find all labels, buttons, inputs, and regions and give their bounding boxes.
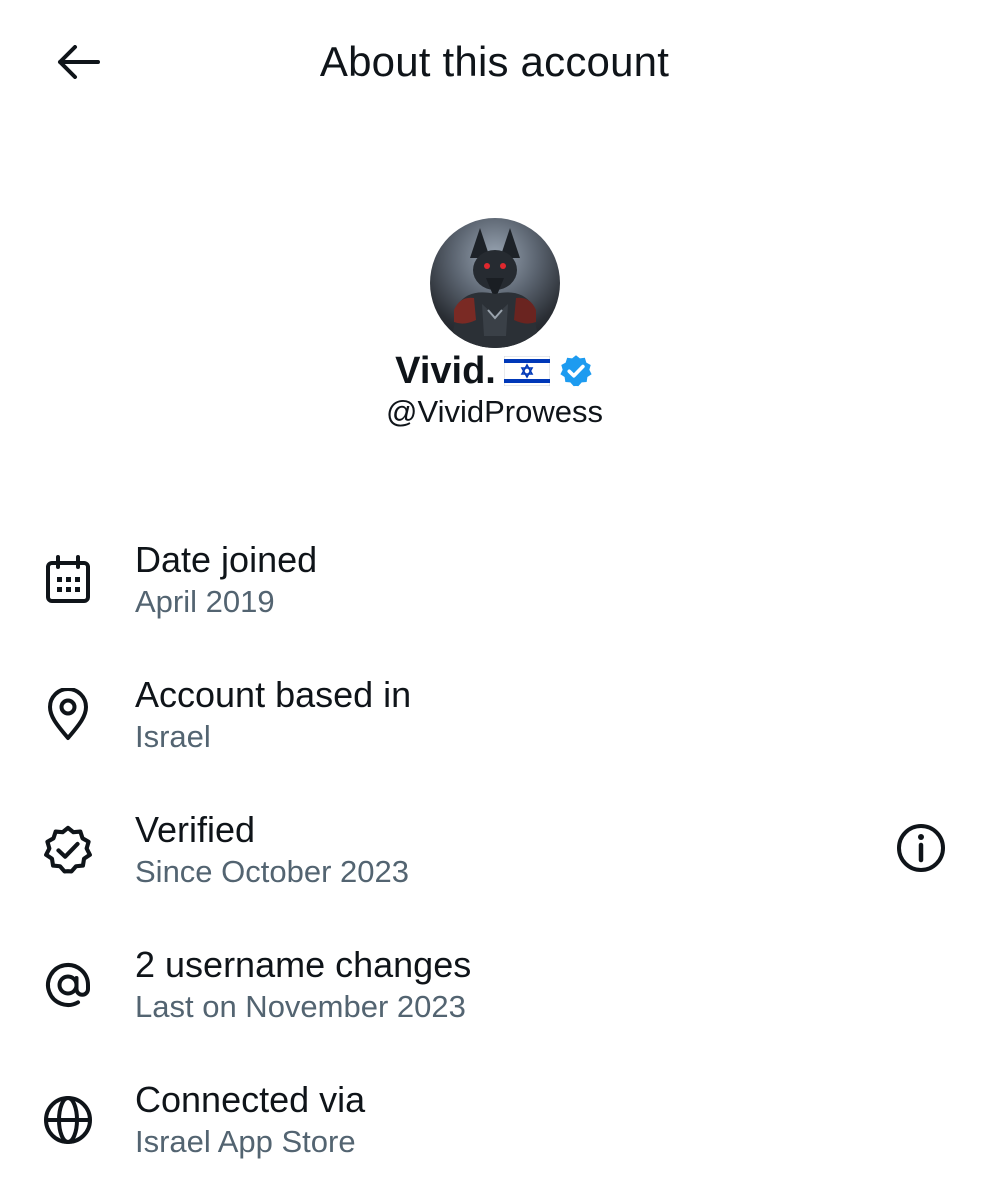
detail-value: Israel App Store <box>135 1124 356 1159</box>
top-bar: About this account <box>0 0 989 128</box>
avatar[interactable] <box>429 218 560 348</box>
detail-label: Verified <box>135 809 256 850</box>
globe-icon <box>40 1092 96 1148</box>
verified-outline-icon <box>40 822 96 878</box>
verified-badge-icon[interactable] <box>558 353 594 389</box>
detail-row-username-changes: 2 username changes Last on November 2023 <box>0 933 989 1068</box>
profile-summary: Vivid. @VividProwess <box>0 218 989 430</box>
detail-row-account-based-in: Account based in Israel <box>0 663 989 798</box>
location-pin-icon <box>40 687 96 743</box>
detail-value: Israel <box>135 719 211 754</box>
detail-label: Connected via <box>135 1079 366 1120</box>
detail-value: April 2019 <box>135 584 275 619</box>
at-sign-icon <box>40 957 96 1013</box>
info-icon <box>895 822 947 879</box>
israel-flag-icon <box>503 355 551 387</box>
username-handle: @VividProwess <box>386 394 603 429</box>
calendar-icon <box>40 552 96 608</box>
detail-row-verified: Verified Since October 2023 <box>0 798 989 933</box>
detail-label: Date joined <box>135 539 318 580</box>
page-title: About this account <box>319 38 670 85</box>
detail-row-date-joined: Date joined April 2019 <box>0 528 989 663</box>
detail-label: Account based in <box>135 674 412 715</box>
display-name: Vivid. <box>395 349 496 392</box>
display-name-row: Vivid. <box>395 348 594 394</box>
verified-info-button[interactable] <box>893 822 949 878</box>
detail-label: 2 username changes <box>135 944 472 985</box>
detail-value: Last on November 2023 <box>135 989 466 1024</box>
detail-value: Since October 2023 <box>135 854 410 889</box>
detail-row-connected-via: Connected via Israel App Store <box>0 1068 989 1203</box>
account-details-list: Date joined April 2019 Account based in … <box>0 528 989 1203</box>
